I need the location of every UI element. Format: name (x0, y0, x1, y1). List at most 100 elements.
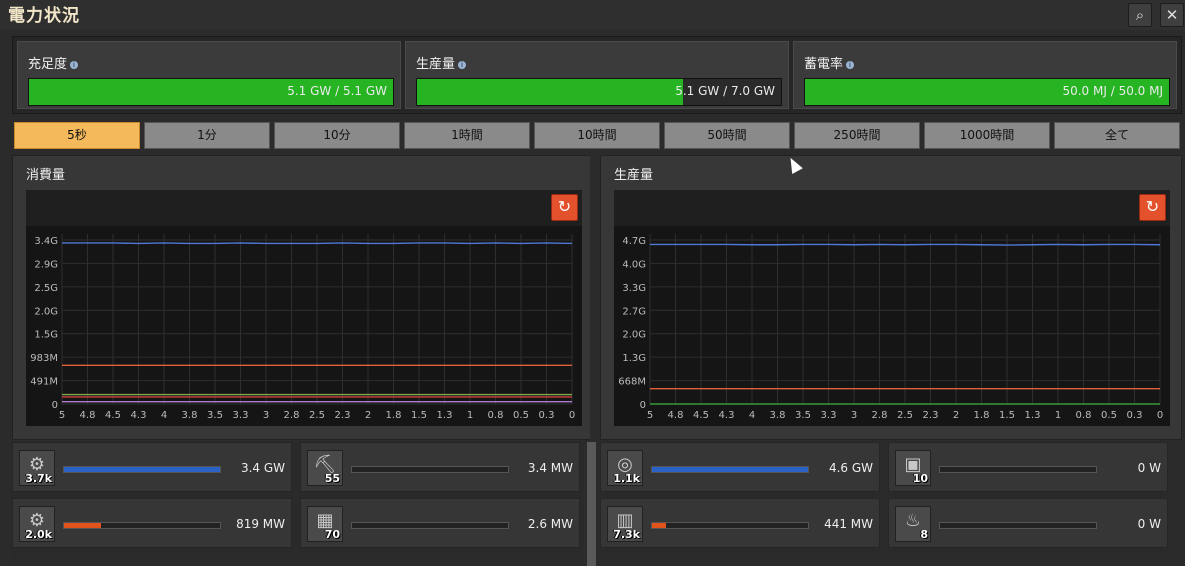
timescale-button[interactable]: 1時間 (404, 122, 530, 149)
y-tick-label: 3.3G (622, 283, 646, 294)
timescale-button[interactable]: 1分 (144, 122, 270, 149)
title-bar: 電力状況 ⌕ ✕ (0, 0, 1185, 30)
x-tick-label: 3 (851, 410, 857, 421)
x-tick-label: 1.3 (1025, 410, 1041, 421)
list-item[interactable]: ♨ 8 0 W (888, 498, 1168, 548)
satisfaction-bar: 5.1 GW / 5.1 GW (28, 78, 394, 106)
power-value: 3.4 GW (240, 461, 285, 475)
timescale-button[interactable]: 全て (1054, 122, 1180, 149)
list-item[interactable]: ⛏ 55 3.4 MW (300, 442, 580, 492)
y-tick-label: 2.0G (34, 306, 58, 317)
close-icon[interactable]: ✕ (1160, 3, 1184, 27)
solar-panel-icon[interactable]: ▥ 7.3k (607, 506, 643, 542)
x-tick-label: 5 (59, 410, 65, 421)
accumulator-icon[interactable]: ▣ 10 (895, 450, 931, 486)
y-tick-label: 2.9G (34, 259, 58, 270)
list-item[interactable]: ▦ 70 2.6 MW (300, 498, 580, 548)
x-tick-label: 2.3 (335, 410, 351, 421)
power-value: 0 W (1137, 461, 1161, 475)
x-tick-label: 0.3 (1127, 410, 1143, 421)
entity-count: 10 (912, 472, 928, 485)
mining-drill-icon[interactable]: ⛏ 55 (307, 450, 343, 486)
machine-icon[interactable]: ⚙ 2.0k (19, 506, 55, 542)
list-item[interactable]: ▣ 10 0 W (888, 442, 1168, 492)
info-icon[interactable]: i (70, 60, 79, 69)
producer-list: ◎ 1.1k 4.6 GW ▣ 10 0 W ▥ 7.3k 441 MW ♨ 8 0 W (600, 442, 1182, 566)
reset-icon[interactable]: ↻ (551, 194, 578, 221)
timescale-button[interactable]: 10時間 (534, 122, 660, 149)
production-chart-svg: 4.7G4.0G3.3G2.7G2.0G1.3G668M05 4.8 4.5 4.3 4… (618, 234, 1163, 421)
window-title: 電力状況 (8, 6, 80, 26)
search-icon[interactable]: ⌕ (1128, 3, 1152, 27)
x-tick-label: 3.5 (207, 410, 223, 421)
production-chart: 4.7G 4.0G 3.3G 2.7G 2.0G 1.3G 668M 0 5 4.8 4.5 4.3 4… (614, 226, 1170, 426)
stat-production: 生産量 i 5.1 GW / 7.0 GW (405, 41, 789, 109)
x-tick-label: 4.8 (80, 410, 96, 421)
timescale-button[interactable]: 5秒 (14, 122, 140, 149)
power-value: 3.4 MW (527, 461, 573, 475)
y-tick-label: 0 (640, 400, 646, 411)
x-tick-label: 1.5 (999, 410, 1015, 421)
reset-icon[interactable]: ↻ (1139, 194, 1166, 221)
consumption-chart: 3.4G 2.9G 2.5G 2.0G 1.5G 983M 491M 0 5 4.8 4.5 4.3 4… (26, 226, 582, 426)
beacon-icon[interactable]: ▦ 70 (307, 506, 343, 542)
consumption-chart-svg: 3.4G2.9G2.5G2.0G1.5G983M491M05 4.8 4.5 4.3 4… (30, 234, 575, 421)
x-tick-label: 1.5 (411, 410, 427, 421)
x-tick-label: 2 (365, 410, 371, 421)
x-tick-label: 0 (1157, 410, 1163, 421)
y-tick-label: 2.7G (622, 306, 646, 317)
info-icon[interactable]: i (846, 60, 855, 69)
timescale-button[interactable]: 1000時間 (924, 122, 1050, 149)
y-tick-label: 2.5G (34, 283, 58, 294)
y-tick-label: 0 (52, 400, 58, 411)
power-stats: 充足度 i 5.1 GW / 5.1 GW 生産量 i 5.1 GW / 7.0 G… (12, 36, 1182, 114)
x-tick-label: 2.8 (284, 410, 300, 421)
y-tick-label: 1.3G (622, 353, 646, 364)
x-tick-label: 4.5 (693, 410, 709, 421)
x-tick-label: 2 (953, 410, 959, 421)
x-tick-label: 4 (749, 410, 755, 421)
timescale-button[interactable]: 50時間 (664, 122, 790, 149)
stat-charge: 蓄電率 i 50.0 MJ / 50.0 MJ (793, 41, 1177, 109)
x-tick-label: 1.8 (974, 410, 990, 421)
power-share-bar-fill (652, 523, 667, 528)
stat-label: 充足度 (28, 57, 68, 72)
info-icon[interactable]: i (458, 60, 467, 69)
y-tick-label: 668M (618, 377, 646, 388)
x-tick-label: 0.5 (513, 410, 529, 421)
y-tick-label: 4.7G (622, 236, 646, 247)
timescale-button[interactable]: 10分 (274, 122, 400, 149)
satisfaction-value: 5.1 GW / 5.1 GW (287, 84, 387, 98)
series-line (650, 243, 1161, 246)
x-tick-label: 3.3 (821, 410, 837, 421)
x-tick-label: 2.5 (309, 410, 325, 421)
entity-count: 2.0k (25, 528, 52, 541)
production-panel: 生産量 ↻ 4.7G 4.0G 3.3G 2.7G 2.0G 1.3G 668M 0 5 4.8 4… (600, 155, 1182, 440)
power-share-bar (351, 522, 509, 529)
x-tick-label: 4.5 (105, 410, 121, 421)
list-item[interactable]: ⚙ 3.7k 3.4 GW (12, 442, 292, 492)
list-item[interactable]: ◎ 1.1k 4.6 GW (600, 442, 880, 492)
list-item[interactable]: ⚙ 2.0k 819 MW (12, 498, 292, 548)
entity-count: 3.7k (25, 472, 52, 485)
x-tick-label: 4.3 (719, 410, 735, 421)
timescale-button[interactable]: 250時間 (794, 122, 920, 149)
steam-turbine-icon[interactable]: ◎ 1.1k (607, 450, 643, 486)
entity-count: 8 (920, 528, 928, 541)
x-tick-label: 4.3 (131, 410, 147, 421)
power-value: 4.6 GW (828, 461, 873, 475)
assembler-icon[interactable]: ⚙ 3.7k (19, 450, 55, 486)
panel-title: 生産量 (614, 168, 654, 183)
x-tick-label: 3 (263, 410, 269, 421)
entity-count: 1.1k (613, 472, 640, 485)
list-item[interactable]: ▥ 7.3k 441 MW (600, 498, 880, 548)
list-scrollbar[interactable] (587, 442, 596, 566)
power-share-bar (939, 466, 1097, 473)
production-value: 5.1 GW / 7.0 GW (675, 84, 775, 98)
power-value: 441 MW (824, 517, 873, 531)
y-tick-label: 1.5G (34, 330, 58, 341)
power-value: 2.6 MW (527, 517, 573, 531)
engine-icon[interactable]: ♨ 8 (895, 506, 931, 542)
power-value: 819 MW (236, 517, 285, 531)
consumer-list: ⚙ 3.7k 3.4 GW ⛏ 55 3.4 MW ⚙ 2.0k 819 MW ▦ 70 2.6 MW (12, 442, 584, 566)
